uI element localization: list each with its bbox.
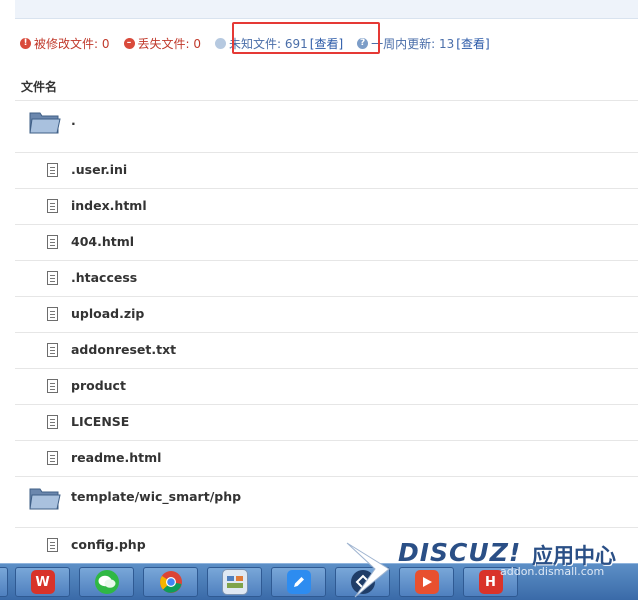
file-row[interactable]: upload.zip: [15, 296, 638, 333]
document-icon: [47, 199, 58, 213]
file-name: config.php: [71, 537, 146, 552]
wps-office-icon: W: [30, 570, 55, 594]
file-row[interactable]: product: [15, 368, 638, 405]
document-icon: [47, 415, 58, 429]
file-row[interactable]: LICENSE: [15, 404, 638, 441]
network-tool-icon: [350, 570, 375, 594]
file-row[interactable]: index.html: [15, 188, 638, 225]
file-name: addonreset.txt: [71, 342, 177, 357]
folder-row[interactable]: template/wic_smart/php: [15, 476, 638, 528]
file-name: .user.ini: [71, 162, 128, 177]
document-icon: [47, 343, 58, 357]
wechat-icon: [94, 570, 119, 594]
taskbar-app-wps[interactable]: W: [15, 567, 70, 597]
document-icon: [47, 235, 58, 249]
chrome-icon: [159, 570, 183, 594]
taskbar-app-wechat[interactable]: [79, 567, 134, 597]
taskbar-app-chrome[interactable]: [143, 567, 198, 597]
column-header-label: 文件名: [21, 80, 58, 94]
top-strip: [15, 0, 638, 19]
file-name: index.html: [71, 198, 147, 213]
modified-files-stat: ! 被修改文件: 0: [20, 35, 110, 52]
folder-icon: [29, 488, 61, 509]
file-row[interactable]: .user.ini: [15, 152, 638, 189]
unknown-file-icon: [215, 37, 226, 49]
watermark-logo: DISCUZ!: [398, 538, 522, 567]
control-panel-icon: [221, 569, 248, 595]
taskbar-app-network[interactable]: [335, 567, 390, 597]
file-name: 404.html: [71, 234, 135, 249]
folder-icon: [29, 112, 61, 134]
file-row[interactable]: addonreset.txt: [15, 332, 638, 369]
document-icon: [47, 307, 58, 321]
file-row[interactable]: 404.html: [15, 224, 638, 261]
watermark-url: addon.dismall.com: [500, 565, 605, 578]
annotation-highlight-box: [232, 22, 380, 54]
file-name-column-header: 文件名: [15, 70, 638, 101]
file-name: upload.zip: [71, 306, 145, 321]
modified-files-label: 被修改文件: 0: [34, 36, 110, 51]
document-icon: [47, 271, 58, 285]
document-icon: [47, 379, 58, 393]
taskbar-edge: [0, 567, 8, 597]
file-row[interactable]: readme.html: [15, 440, 638, 477]
missing-files-stat: – 丢失文件: 0: [123, 35, 202, 52]
file-name: LICENSE: [71, 414, 130, 429]
warning-icon: !: [20, 37, 31, 49]
taskbar-app-pen[interactable]: [271, 567, 326, 597]
weekly-updates-view-link[interactable]: [查看]: [456, 35, 489, 52]
document-icon: [47, 538, 58, 552]
media-player-icon: [414, 570, 439, 594]
taskbar-app-control-panel[interactable]: [207, 567, 262, 597]
file-name: .htaccess: [71, 270, 138, 285]
file-name: readme.html: [71, 450, 162, 465]
pen-editor-icon: [286, 570, 311, 594]
file-name: template/wic_smart/php: [71, 488, 242, 504]
file-row[interactable]: .htaccess: [15, 260, 638, 297]
missing-files-label: 丢失文件: 0: [137, 36, 202, 51]
folder-row[interactable]: .: [15, 100, 638, 153]
document-icon: [47, 451, 58, 465]
file-name: product: [71, 378, 126, 393]
weekly-updates-label: 一周内更新: 13: [371, 36, 455, 51]
document-icon: [47, 163, 58, 177]
taskbar-app-media[interactable]: [399, 567, 454, 597]
file-name: .: [71, 113, 76, 128]
h-app-icon: H: [478, 570, 503, 594]
minus-circle-icon: –: [123, 37, 135, 49]
